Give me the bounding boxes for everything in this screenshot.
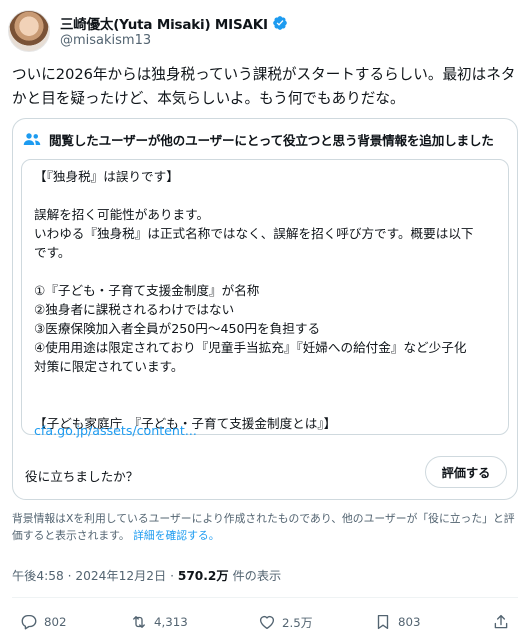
tweet-text: ついに2026年からは独身税っていう課税がスタートするらしい。最初はネタかと目を… [12,66,516,107]
community-note-disclaimer: 背景情報はXを利用しているユーザーにより作成されたものであり、他のユーザーが「役… [12,510,518,544]
community-note-title: 閲覧したユーザーが他のユーザーにとって役立つと思う背景情報を追加しました [49,132,494,148]
note-line: ①『子ども・子育て支援金制度』が名称 [34,283,260,298]
tweet-timestamp[interactable]: 午後4:58 · 2024年12月2日 · [12,569,178,583]
note-line: ④使用用途は限定されており『児童手当拡充』『妊婦への給付金』など少子化 [34,340,467,355]
note-line: いわゆる『独身税』は正式名称ではなく、誤解を招く呼び方です。概要は以下 [34,226,474,241]
verified-badge-icon [273,16,287,30]
note-line: 誤解を招く可能性があります。 [34,207,210,222]
community-note-text: 【『独身税』は誤りです】 誤解を招く可能性があります。 いわゆる『独身税』は正式… [34,167,504,433]
note-line: ②独身者に課税されるわけではない [34,302,235,317]
tweet-action-bar: 802 4,313 2.5万 803 [12,608,518,636]
divider [12,597,518,598]
learn-more-link[interactable]: 詳細を確認する。 [133,529,219,542]
share-button[interactable] [492,608,510,636]
bookmark-button[interactable]: 803 [374,608,421,636]
community-note-header: 閲覧したユーザーが他のユーザーにとって役立つと思う背景情報を追加しました [13,119,517,159]
note-line [34,262,504,281]
retweet-icon [133,616,145,628]
retweet-button[interactable]: 4,313 [130,608,188,636]
author-display-name[interactable]: 三崎優太(Yuta Misaki) MISAKI [60,13,268,33]
share-icon [494,614,508,629]
tweet-meta: 午後4:58 · 2024年12月2日 · 570.2万 件の表示 [12,566,281,584]
note-line: です。 [34,245,71,260]
author-name-row: 三崎優太(Yuta Misaki) MISAKI [60,13,288,33]
community-note-body-box: 【『独身税』は誤りです】 誤解を招く可能性があります。 いわゆる『独身税』は正式… [21,159,509,438]
like-button[interactable]: 2.5万 [258,608,313,636]
heart-icon [259,615,275,630]
bookmark-icon [377,614,389,630]
note-line [34,376,504,395]
views-count: 570.2万 [177,569,229,583]
reply-button[interactable]: 802 [20,608,67,636]
note-line: 【『独身税』は誤りです】 [34,169,179,184]
bookmark-count: 803 [398,615,421,629]
retweet-count: 4,313 [154,615,188,629]
author-handle[interactable]: @misakism13 [60,33,151,48]
avatar[interactable] [8,10,50,52]
rate-note-button[interactable]: 評価する [425,456,507,488]
community-users-icon [23,133,41,145]
note-line [34,395,504,414]
tweet-header: 三崎優太(Yuta Misaki) MISAKI @misakism13 [8,10,520,54]
disclaimer-text: 背景情報はXを利用しているユーザーにより作成されたものであり、他のユーザーが「役… [12,512,515,542]
note-line [34,186,504,205]
note-line: 対策に限定されています。 [34,359,184,374]
helpful-question: 役に立ちましたか？ [25,469,139,484]
reply-count: 802 [44,615,67,629]
views-suffix: 件の表示 [228,569,282,583]
note-line: ③医療保険加入者全員が250円〜450円を負担する [34,321,321,336]
reply-icon [21,614,37,630]
community-note-source-link[interactable]: cfa.go.jp/assets/content... [34,423,197,438]
like-count: 2.5万 [282,615,313,630]
community-note-card: 閲覧したユーザーが他のユーザーにとって役立つと思う背景情報を追加しました 【『独… [12,118,518,500]
